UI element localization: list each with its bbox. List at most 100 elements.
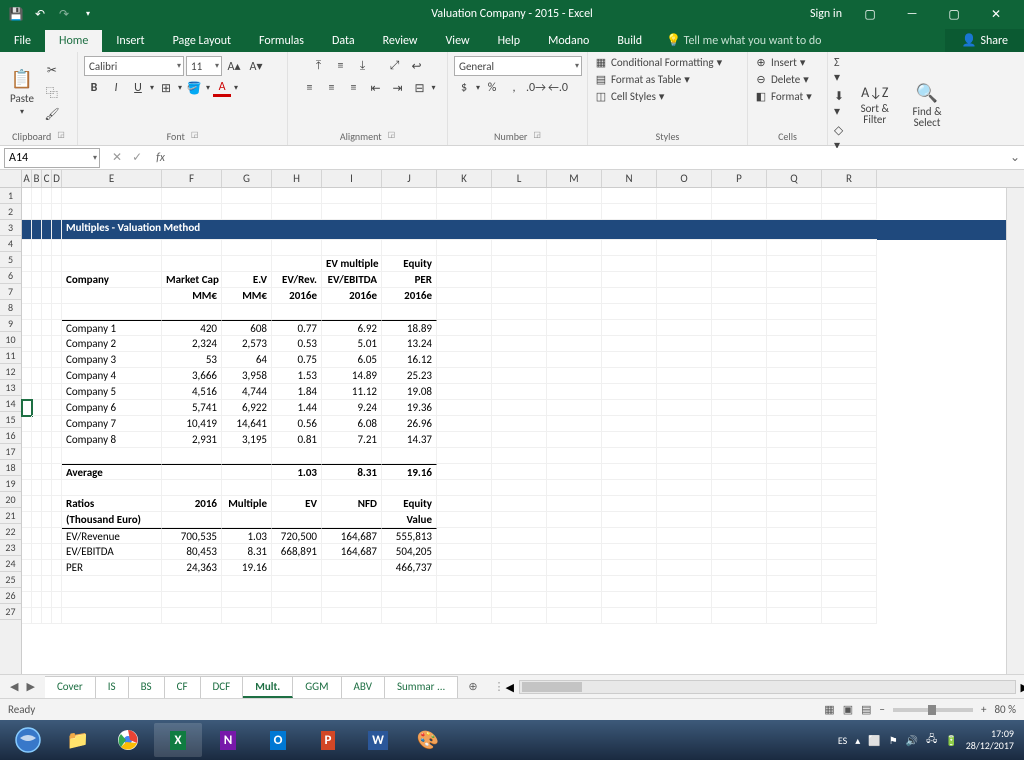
cell[interactable] [52, 480, 62, 496]
cell[interactable] [712, 400, 767, 416]
row-header-4[interactable]: 4 [0, 236, 21, 252]
cell[interactable] [767, 544, 822, 560]
cell[interactable]: 6.05 [322, 352, 382, 368]
cell[interactable] [822, 496, 877, 512]
cell[interactable] [437, 256, 492, 272]
cell[interactable]: 2,931 [162, 432, 222, 448]
cell[interactable]: 2016e [272, 288, 322, 304]
fill-icon[interactable]: ⬇ ▾ [834, 89, 847, 119]
cell[interactable] [22, 368, 32, 384]
cell[interactable] [62, 240, 162, 256]
worksheet-grid[interactable]: ABCDEFGHIJKLMNOPQR 123456789101112131415… [0, 170, 1024, 674]
cell[interactable] [322, 188, 382, 204]
cell[interactable] [822, 560, 877, 576]
cell[interactable]: 504,205 [382, 544, 437, 560]
cell[interactable] [547, 320, 602, 336]
sheet-tab-summar[interactable]: Summar ... [385, 676, 458, 698]
cell[interactable] [822, 448, 877, 464]
cell[interactable] [767, 448, 822, 464]
cell[interactable] [547, 256, 602, 272]
cell[interactable]: EV/EBITDA [322, 272, 382, 288]
cell[interactable]: 4,744 [222, 384, 272, 400]
cell[interactable] [22, 204, 32, 220]
font-name-combo[interactable]: Calibri▾ [84, 56, 184, 76]
row-header-17[interactable]: 17 [0, 444, 21, 460]
cell[interactable] [272, 240, 322, 256]
cell[interactable] [322, 204, 382, 220]
cell[interactable] [32, 576, 42, 592]
cell[interactable] [657, 188, 712, 204]
powerpoint-button[interactable]: P [304, 723, 352, 757]
cell[interactable] [322, 304, 382, 320]
cell[interactable]: 3,958 [222, 368, 272, 384]
cell[interactable]: E.V [222, 272, 272, 288]
cell[interactable]: Company 7 [62, 416, 162, 432]
decrease-font-icon[interactable]: A▾ [247, 57, 265, 75]
cell[interactable] [657, 560, 712, 576]
cell[interactable] [767, 220, 822, 240]
cell[interactable] [22, 320, 32, 336]
cell[interactable] [22, 560, 32, 576]
cell[interactable]: 10,419 [162, 416, 222, 432]
cell[interactable] [52, 368, 62, 384]
row-header-12[interactable]: 12 [0, 364, 21, 380]
col-header-E[interactable]: E [62, 170, 162, 187]
cell[interactable]: 24,363 [162, 560, 222, 576]
view-pagebreak-icon[interactable]: ▤ [861, 703, 871, 716]
cell[interactable] [492, 400, 547, 416]
new-sheet-button[interactable]: ⊕ [458, 680, 487, 693]
cell[interactable] [547, 352, 602, 368]
cell[interactable] [657, 288, 712, 304]
cell[interactable] [602, 204, 657, 220]
tray-vol-icon[interactable]: 🔊 [906, 734, 918, 747]
cell[interactable] [602, 288, 657, 304]
cell[interactable] [62, 188, 162, 204]
cell[interactable] [42, 368, 52, 384]
cell[interactable] [62, 592, 162, 608]
cell[interactable] [272, 576, 322, 592]
cell[interactable] [712, 384, 767, 400]
cell[interactable] [712, 496, 767, 512]
cell[interactable] [712, 320, 767, 336]
cell[interactable] [62, 576, 162, 592]
find-select-button[interactable]: 🔍Find & Select [902, 80, 952, 130]
signin-link[interactable]: Sign in [810, 7, 842, 21]
cell[interactable]: 26.96 [382, 416, 437, 432]
cell[interactable] [62, 256, 162, 272]
cell[interactable] [62, 304, 162, 320]
cell[interactable] [32, 368, 42, 384]
cell[interactable] [492, 240, 547, 256]
cell[interactable] [822, 204, 877, 220]
cell[interactable] [492, 608, 547, 624]
col-header-H[interactable]: H [272, 170, 322, 187]
cell[interactable] [382, 448, 437, 464]
cell[interactable] [602, 480, 657, 496]
cell[interactable]: 608 [222, 320, 272, 336]
cell[interactable] [547, 464, 602, 480]
tray-clock[interactable]: 17:0928/12/2017 [966, 728, 1014, 752]
cell[interactable] [602, 400, 657, 416]
cell[interactable] [52, 608, 62, 624]
cell[interactable] [222, 304, 272, 320]
cell[interactable] [492, 432, 547, 448]
cell[interactable] [712, 272, 767, 288]
delete-cells-button[interactable]: ⊖Delete ▾ [754, 73, 809, 86]
insert-cells-button[interactable]: ⊕Insert ▾ [754, 56, 805, 69]
align-middle-icon[interactable]: ≡ [332, 57, 350, 75]
row-header-11[interactable]: 11 [0, 348, 21, 364]
cell[interactable]: Company 8 [62, 432, 162, 448]
col-header-C[interactable]: C [42, 170, 52, 187]
format-cells-button[interactable]: ◧Format ▾ [754, 90, 812, 103]
cell[interactable] [767, 480, 822, 496]
cell[interactable] [767, 288, 822, 304]
cell[interactable] [657, 368, 712, 384]
cell[interactable]: EV/EBITDA [62, 544, 162, 560]
cell[interactable] [32, 204, 42, 220]
paint-button[interactable]: 🎨 [404, 723, 452, 757]
cell[interactable] [162, 256, 222, 272]
cell[interactable] [657, 576, 712, 592]
formula-input[interactable] [171, 148, 1006, 168]
cell[interactable] [382, 188, 437, 204]
cell[interactable] [547, 400, 602, 416]
cell[interactable] [22, 432, 32, 448]
